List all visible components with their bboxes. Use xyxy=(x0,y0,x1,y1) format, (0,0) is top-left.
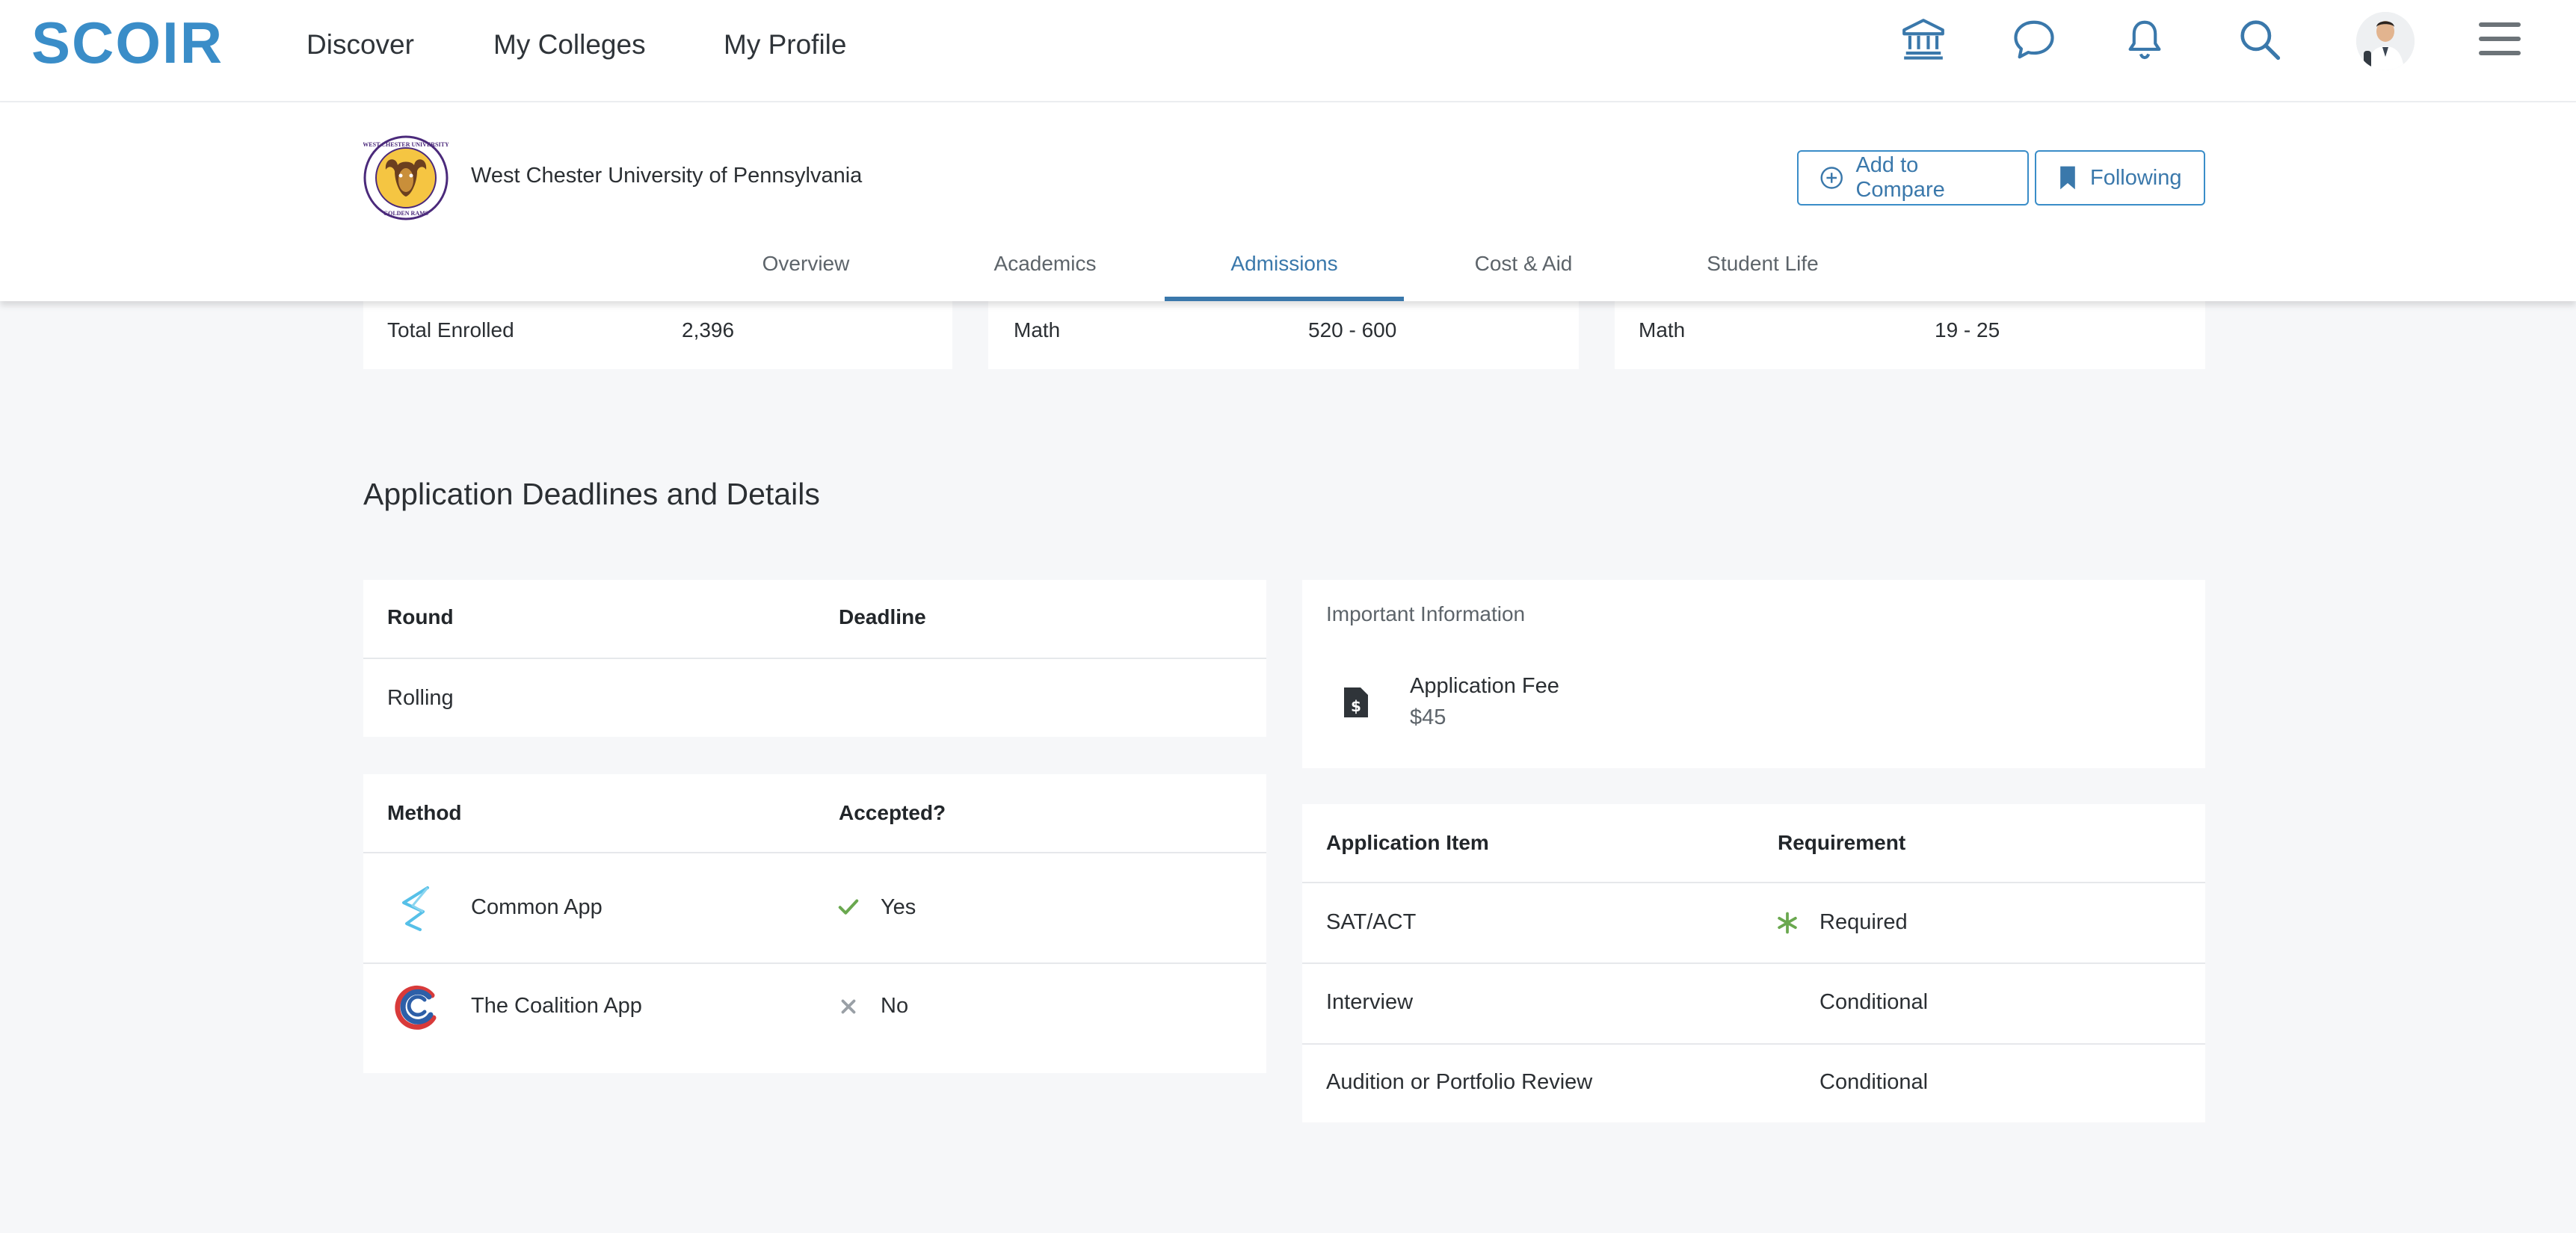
nav-discover[interactable]: Discover xyxy=(306,27,414,63)
accepted-column-header: Accepted? xyxy=(839,801,946,824)
total-enrolled-label: Total Enrolled xyxy=(387,318,514,342)
requirement-value: Conditional xyxy=(1819,1070,1929,1094)
table-divider xyxy=(1302,882,2205,883)
requirement-column-header: Requirement xyxy=(1778,831,1906,854)
tab-cost-aid[interactable]: Cost & Aid xyxy=(1465,252,1582,310)
application-item: Interview xyxy=(1326,990,1414,1014)
accepted-value: No xyxy=(881,994,909,1018)
tab-student-life[interactable]: Student Life xyxy=(1697,252,1828,310)
common-app-logo-icon xyxy=(402,886,429,931)
act-math-label: Math xyxy=(1639,318,1686,342)
method-name: The Coalition App xyxy=(471,994,642,1018)
round-value: Rolling xyxy=(387,686,454,710)
table-divider xyxy=(363,658,1266,659)
bookmark-icon xyxy=(2060,166,2075,190)
application-item-column-header: Application Item xyxy=(1326,831,1489,854)
x-icon xyxy=(841,999,856,1014)
scoir-logo[interactable]: SCOIR xyxy=(31,13,224,72)
section-title: Application Deadlines and Details xyxy=(363,477,820,511)
institution-icon[interactable] xyxy=(1900,16,1947,63)
university-seal-logo: WEST CHESTER UNIVERSITY GOLDEN RAMS xyxy=(363,135,449,220)
table-divider xyxy=(1302,1043,2205,1045)
application-fee-value: $45 xyxy=(1410,705,1446,729)
accepted-value: Yes xyxy=(881,895,916,919)
nav-my-profile[interactable]: My Profile xyxy=(724,27,846,63)
requirement-value: Conditional xyxy=(1819,990,1929,1014)
requirement-value: Required xyxy=(1819,910,1908,934)
deadline-column-header: Deadline xyxy=(839,605,926,628)
following-button[interactable]: Following xyxy=(2035,150,2205,206)
nav-my-colleges[interactable]: My Colleges xyxy=(493,27,646,63)
add-circle-icon xyxy=(1820,167,1843,189)
sat-math-label: Math xyxy=(1014,318,1061,342)
application-fee-label: Application Fee xyxy=(1410,674,1559,698)
following-label: Following xyxy=(2090,165,2182,190)
sat-math-value: 520 - 600 xyxy=(1308,318,1397,342)
college-name: West Chester University of Pennsylvania xyxy=(471,164,863,188)
hamburger-menu-icon[interactable] xyxy=(2479,22,2521,60)
total-enrolled-value: 2,396 xyxy=(682,318,735,342)
notifications-bell-icon[interactable] xyxy=(2121,16,2168,63)
search-icon[interactable] xyxy=(2237,16,2283,63)
active-tab-indicator xyxy=(1165,297,1404,301)
important-information-title: Important Information xyxy=(1326,602,1526,625)
round-column-header: Round xyxy=(387,605,454,628)
check-icon xyxy=(838,899,859,915)
user-avatar[interactable] xyxy=(2356,12,2415,70)
coalition-app-logo-icon xyxy=(395,985,437,1030)
table-divider xyxy=(1302,962,2205,964)
add-to-compare-button[interactable]: Add to Compare xyxy=(1797,150,2029,206)
table-divider xyxy=(363,852,1266,853)
act-math-value: 19 - 25 xyxy=(1935,318,2000,342)
method-name: Common App xyxy=(471,895,603,919)
application-item: SAT/ACT xyxy=(1326,910,1417,934)
chat-icon[interactable] xyxy=(2011,16,2057,63)
method-column-header: Method xyxy=(387,801,462,824)
fee-document-icon: $ xyxy=(1344,687,1368,717)
tab-overview[interactable]: Overview xyxy=(748,252,864,310)
application-methods-table xyxy=(363,774,1266,1073)
svg-text:$: $ xyxy=(1351,697,1361,715)
add-to-compare-label: Add to Compare xyxy=(1855,153,1945,202)
tab-academics[interactable]: Academics xyxy=(985,252,1105,310)
college-header: WEST CHESTER UNIVERSITY GOLDEN RAMS West… xyxy=(0,102,2576,301)
tab-admissions[interactable]: Admissions xyxy=(1218,252,1350,310)
svg-text:WEST CHESTER UNIVERSITY: WEST CHESTER UNIVERSITY xyxy=(363,141,449,148)
svg-text:GOLDEN RAMS: GOLDEN RAMS xyxy=(383,210,429,217)
top-navigation: SCOIR Discover My Colleges My Profile xyxy=(0,0,2576,102)
table-divider xyxy=(363,962,1266,964)
application-item: Audition or Portfolio Review xyxy=(1326,1070,1593,1094)
required-asterisk-icon xyxy=(1778,912,1797,934)
